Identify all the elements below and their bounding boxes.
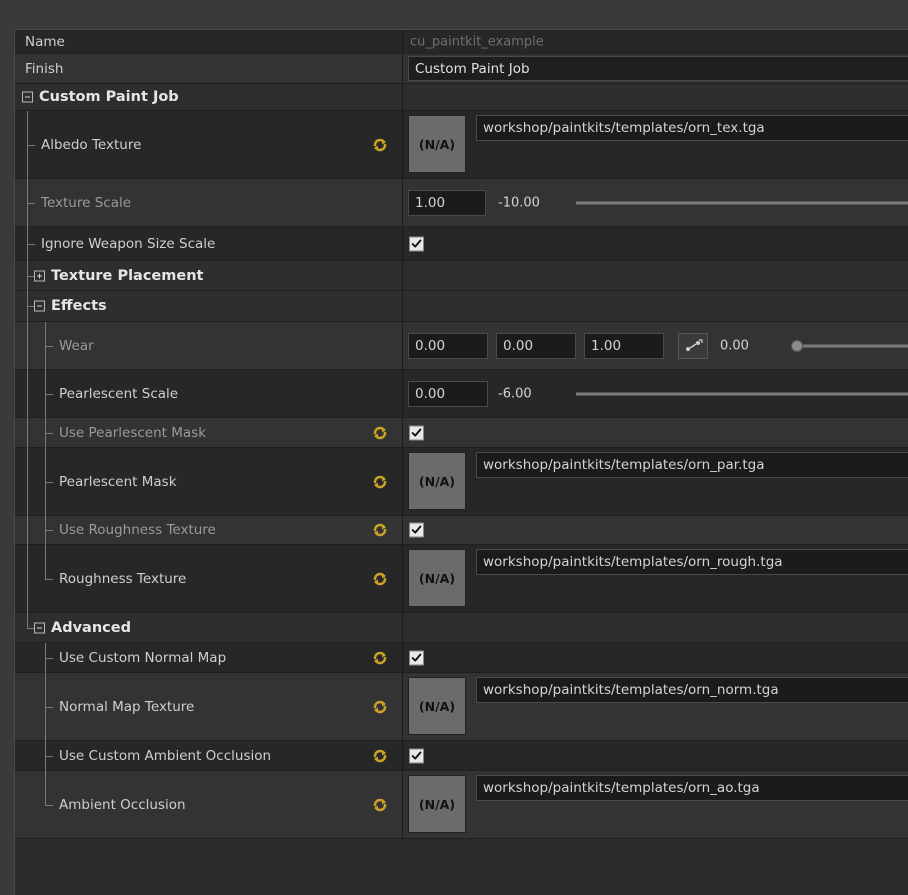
property-grid: Name cu_paintkit_example Finish Custom P… [14, 29, 908, 895]
use-pearlescent-mask-row: Use Pearlescent Mask [15, 418, 908, 448]
albedo-texture-path-field[interactable]: workshop/paintkits/templates/orn_tex.tga [476, 115, 908, 141]
texture-scale-slider[interactable] [576, 201, 908, 204]
texture-placement-group[interactable]: Texture Placement [15, 261, 908, 291]
pearlescent-scale-label: Pearlescent Scale [59, 385, 179, 402]
roughness-texture-path-field[interactable]: workshop/paintkits/templates/orn_rough.t… [476, 549, 908, 575]
roughness-texture-row: Roughness Texture (N/A) workshop/paintki… [15, 545, 908, 613]
normal-map-texture-browse-button[interactable]: (N/A) [408, 677, 466, 735]
pearlescent-scale-row: Pearlescent Scale 0.00 -6.00 [15, 370, 908, 418]
pearlescent-scale-min-label: -6.00 [498, 386, 532, 401]
use-pearlescent-mask-label: Use Pearlescent Mask [59, 424, 207, 441]
expand-icon[interactable] [34, 270, 45, 281]
normal-map-texture-label: Normal Map Texture [59, 698, 195, 715]
name-value: cu_paintkit_example [410, 34, 544, 49]
albedo-texture-label: Albedo Texture [41, 136, 142, 153]
use-custom-ambient-occlusion-label: Use Custom Ambient Occlusion [59, 747, 272, 764]
use-custom-normal-map-row: Use Custom Normal Map [15, 643, 908, 673]
check-icon [410, 749, 423, 762]
tree-guide-line [45, 322, 46, 579]
finish-dropdown[interactable]: Custom Paint Job [408, 56, 908, 81]
collapse-icon[interactable] [34, 622, 45, 633]
use-pearlescent-mask-checkbox[interactable] [409, 425, 424, 440]
wear-row: Wear 0.00 0.00 1.00 0.00 [15, 322, 908, 370]
tree-guide-line [45, 643, 46, 805]
ambient-occlusion-label: Ambient Occlusion [59, 796, 186, 813]
name-label: Name [25, 33, 65, 50]
effects-group[interactable]: Effects [15, 291, 908, 322]
normal-map-texture-path-field[interactable]: workshop/paintkits/templates/orn_norm.tg… [476, 677, 908, 703]
advanced-group[interactable]: Advanced [15, 613, 908, 643]
wear-slider[interactable] [798, 344, 908, 347]
check-icon [410, 524, 423, 537]
use-custom-normal-map-label: Use Custom Normal Map [59, 649, 227, 666]
albedo-texture-browse-button[interactable]: (N/A) [408, 115, 466, 173]
name-row: Name cu_paintkit_example [15, 30, 908, 54]
swap-icon [686, 338, 703, 351]
reset-icon[interactable] [372, 797, 388, 813]
use-custom-normal-map-checkbox[interactable] [409, 650, 424, 665]
ambient-occlusion-path-field[interactable]: workshop/paintkits/templates/orn_ao.tga [476, 775, 908, 801]
pearlescent-mask-row: Pearlescent Mask (N/A) workshop/paintkit… [15, 448, 908, 516]
texture-placement-label: Texture Placement [51, 267, 204, 284]
check-icon [410, 237, 423, 250]
wear-label: Wear [59, 337, 94, 354]
ignore-weapon-size-scale-checkbox[interactable] [409, 236, 424, 251]
reset-icon[interactable] [372, 699, 388, 715]
collapse-icon[interactable] [34, 300, 45, 312]
texture-scale-label: Texture Scale [41, 194, 132, 211]
pearlescent-scale-slider[interactable] [576, 392, 908, 395]
wear-input-3[interactable]: 1.00 [584, 332, 664, 359]
reset-icon[interactable] [372, 474, 388, 490]
use-roughness-texture-checkbox[interactable] [409, 522, 424, 538]
tree-guide-line [27, 111, 28, 629]
effects-label: Effects [51, 298, 107, 314]
roughness-texture-label: Roughness Texture [59, 570, 187, 587]
collapse-icon[interactable] [22, 91, 33, 103]
ambient-occlusion-browse-button[interactable]: (N/A) [408, 775, 466, 833]
reset-icon[interactable] [372, 137, 388, 153]
pearlescent-mask-path-field[interactable]: workshop/paintkits/templates/orn_par.tga [476, 452, 908, 478]
check-icon [410, 651, 423, 664]
finish-label: Finish [25, 60, 64, 77]
check-icon [410, 426, 423, 439]
use-roughness-texture-row: Use Roughness Texture [15, 516, 908, 545]
wear-range-swap-button[interactable] [678, 332, 708, 359]
custom-paint-job-group[interactable]: Custom Paint Job [15, 84, 908, 111]
reset-icon[interactable] [372, 571, 388, 587]
ignore-weapon-size-scale-label: Ignore Weapon Size Scale [41, 235, 216, 252]
texture-scale-row: Texture Scale 1.00 -10.00 [15, 179, 908, 227]
wear-input-1[interactable]: 0.00 [408, 332, 488, 359]
albedo-texture-row: Albedo Texture (N/A) workshop/paintkits/… [15, 111, 908, 179]
texture-scale-min-label: -10.00 [498, 195, 540, 210]
normal-map-texture-row: Normal Map Texture (N/A) workshop/paintk… [15, 673, 908, 741]
roughness-texture-browse-button[interactable]: (N/A) [408, 549, 466, 607]
reset-icon[interactable] [372, 650, 388, 666]
reset-icon[interactable] [372, 425, 388, 441]
reset-icon[interactable] [372, 748, 388, 764]
use-custom-ambient-occlusion-checkbox[interactable] [409, 748, 424, 763]
texture-scale-input[interactable]: 1.00 [408, 189, 486, 216]
advanced-label: Advanced [51, 619, 131, 636]
pearlescent-mask-label: Pearlescent Mask [59, 473, 177, 490]
pearlescent-mask-browse-button[interactable]: (N/A) [408, 452, 466, 510]
custom-paint-job-label: Custom Paint Job [39, 89, 179, 105]
ignore-weapon-size-scale-row: Ignore Weapon Size Scale [15, 227, 908, 261]
pearlescent-scale-input[interactable]: 0.00 [408, 380, 488, 407]
wear-input-2[interactable]: 0.00 [496, 332, 576, 359]
reset-icon[interactable] [372, 522, 388, 538]
ambient-occlusion-row: Ambient Occlusion (N/A) workshop/paintki… [15, 771, 908, 839]
finish-row: Finish Custom Paint Job [15, 54, 908, 84]
use-roughness-texture-label: Use Roughness Texture [59, 522, 216, 538]
wear-slider-knob[interactable] [791, 339, 803, 352]
use-custom-ambient-occlusion-row: Use Custom Ambient Occlusion [15, 741, 908, 771]
wear-value-label: 0.00 [720, 338, 749, 353]
